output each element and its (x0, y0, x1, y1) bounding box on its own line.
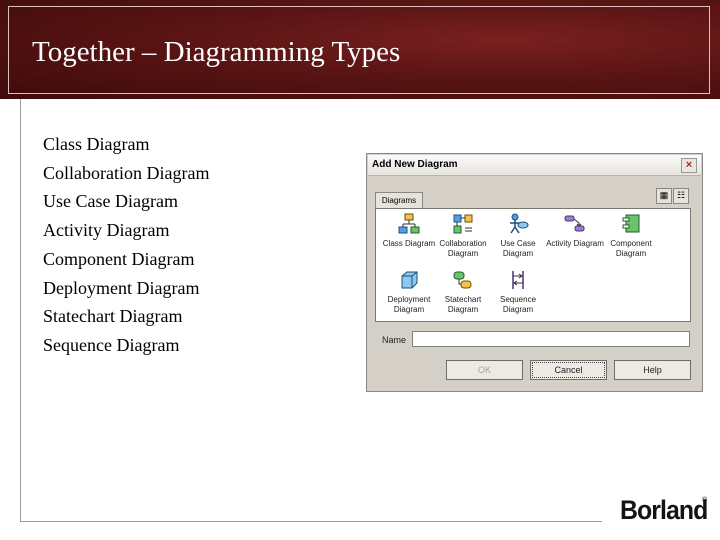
list-item: Component Diagram (43, 248, 195, 269)
item-label: Statechart Diagram (444, 295, 482, 314)
diagram-item-component[interactable]: Component Diagram (600, 213, 662, 258)
list-item: Sequence Diagram (43, 334, 180, 355)
sequence-diagram-icon (512, 271, 524, 289)
class-diagram-icon (398, 213, 420, 234)
item-label: Deployment Diagram (387, 295, 431, 314)
cancel-button[interactable]: Cancel (530, 360, 607, 380)
slide-title: Together – Diagramming Types (32, 36, 401, 68)
dialog-title: Add New Diagram (372, 159, 458, 170)
list-item: Activity Diagram (43, 220, 170, 241)
large-icons-view-icon[interactable]: ▦ (656, 188, 672, 204)
list-view-icon[interactable]: ☷ (673, 188, 689, 204)
registered-mark: ® (702, 497, 708, 504)
list-item: Use Case Diagram (43, 191, 178, 212)
statechart-diagram-icon (453, 271, 472, 289)
dialog-titlebar: Add New Diagram × (368, 155, 701, 176)
name-field[interactable] (412, 331, 690, 347)
close-icon[interactable]: × (681, 158, 697, 173)
diagram-item-collaboration[interactable]: Collaboration Diagram (432, 213, 494, 258)
item-label: Class Diagram (382, 239, 436, 248)
diagram-item-use-case[interactable]: Use Case Diagram (487, 213, 549, 258)
activity-diagram-icon (564, 215, 585, 232)
diagram-item-deployment[interactable]: Deployment Diagram (378, 269, 440, 314)
item-label: Component Diagram (610, 239, 652, 258)
diagram-type-list: Class Diagram Collaboration Diagram Use … (43, 130, 209, 360)
diagram-item-activity[interactable]: Activity Diagram (544, 213, 606, 249)
slide-header: Together – Diagramming Types (0, 0, 720, 99)
item-label: Sequence Diagram (499, 295, 537, 314)
list-item: Deployment Diagram (43, 277, 200, 298)
help-button[interactable]: Help (614, 360, 691, 380)
add-new-diagram-dialog: Add New Diagram × Diagrams ▦ ☷ Class Dia… (366, 153, 703, 392)
item-label: Collaboration Diagram (439, 239, 487, 258)
diagram-item-class[interactable]: Class Diagram (378, 213, 440, 249)
diagram-icons-panel: Class Diagram Collaboration Diagram Use … (375, 208, 691, 322)
diagram-item-statechart[interactable]: Statechart Diagram (432, 269, 494, 314)
list-item: Statechart Diagram (43, 306, 183, 327)
list-item: Class Diagram (43, 134, 150, 154)
borland-logo: Borland (620, 495, 708, 525)
tab-diagrams[interactable]: Diagrams (375, 192, 423, 209)
left-divider (20, 99, 21, 522)
collaboration-diagram-icon (453, 214, 473, 234)
bottom-divider (20, 521, 602, 522)
name-label: Name (382, 335, 407, 345)
ok-button[interactable]: OK (446, 360, 523, 380)
component-diagram-icon (622, 214, 640, 233)
diagram-item-sequence[interactable]: Sequence Diagram (487, 269, 549, 314)
list-item: Collaboration Diagram (43, 162, 210, 183)
deployment-diagram-icon (401, 271, 418, 289)
use-case-diagram-icon (510, 213, 529, 234)
item-label: Use Case Diagram (500, 239, 536, 258)
item-label: Activity Diagram (546, 239, 604, 248)
